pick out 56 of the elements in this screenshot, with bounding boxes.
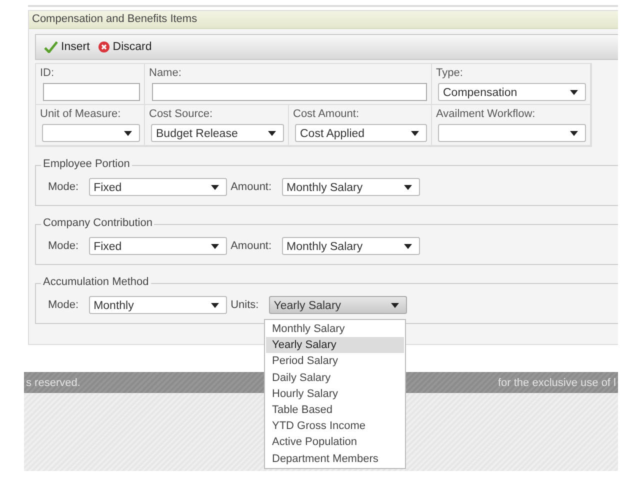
caret-icon <box>404 244 412 249</box>
dropdown-field[interactable]: Monthly <box>88 296 227 314</box>
dropdown-field[interactable] <box>42 124 140 142</box>
dropdown-field[interactable]: Fixed <box>88 178 227 196</box>
dropdown-option[interactable]: Daily Salary <box>266 370 404 386</box>
dropdown-option[interactable]: Period Salary <box>266 353 404 370</box>
fieldset-legend: Company Contribution <box>41 217 154 229</box>
fieldset-legend: Employee Portion <box>41 158 132 170</box>
field-label: Cost Amount: <box>293 108 360 120</box>
caret-icon <box>210 185 219 190</box>
dropdown-option[interactable]: Department Members <box>266 450 404 467</box>
field-label: Availment Workflow: <box>436 108 536 120</box>
caret-icon <box>570 90 578 95</box>
dropdown-field[interactable]: Monthly Salary <box>282 178 420 196</box>
footer-text: for the exclusive use of l <box>498 376 616 388</box>
dropdown-option[interactable]: Active Population <box>266 434 404 450</box>
dropdown-field[interactable]: Budget Release <box>151 124 284 142</box>
dropdown-option[interactable]: YTD Gross Income <box>266 418 404 434</box>
fieldset-legend: Accumulation Method <box>41 276 151 288</box>
dropdown-field[interactable] <box>438 124 586 142</box>
panel-title: Compensation and Benefits Items <box>29 11 618 29</box>
discard-button[interactable]: Discard <box>98 41 152 53</box>
caret-icon <box>210 244 219 249</box>
dropdown-option[interactable]: Yearly Salary <box>266 337 404 354</box>
insert-button[interactable]: Insert <box>44 41 90 53</box>
field-label: Amount: <box>230 181 272 193</box>
field-label: ID: <box>40 67 56 79</box>
field-label: Type: <box>436 67 464 79</box>
text-field[interactable] <box>43 83 140 101</box>
dropdown-option[interactable]: Table Based <box>266 402 404 418</box>
dropdown-field[interactable]: Compensation <box>438 83 586 101</box>
dropdown-field[interactable]: Monthly Salary <box>282 237 420 255</box>
field-label: Amount: <box>230 240 272 252</box>
caret-icon <box>268 131 276 136</box>
field-label: Name: <box>149 67 182 79</box>
copyright-text: s reserved. <box>26 376 80 388</box>
field-label: Mode: <box>48 181 79 193</box>
field-label: Cost Source: <box>149 108 214 120</box>
field-label: Mode: <box>48 299 79 311</box>
close-icon <box>98 41 110 53</box>
dropdown-field[interactable]: Fixed <box>88 237 227 255</box>
caret-icon <box>390 303 399 308</box>
field-label: Unit of Measure: <box>40 108 122 120</box>
dropdown-option[interactable]: Hourly Salary <box>266 386 404 402</box>
caret-icon <box>124 131 132 136</box>
dropdown-field[interactable]: Yearly Salary <box>268 296 407 314</box>
caret-icon <box>210 303 219 308</box>
caret-icon <box>570 131 578 136</box>
field-label: Mode: <box>48 240 79 252</box>
text-field[interactable] <box>152 83 427 101</box>
checkmark-icon <box>44 41 58 53</box>
caret-icon <box>411 131 419 136</box>
caret-icon <box>404 185 412 190</box>
field-label: Units: <box>230 299 259 311</box>
dropdown-field[interactable]: Cost Applied <box>295 124 427 142</box>
dropdown-option[interactable]: Monthly Salary <box>266 321 404 338</box>
